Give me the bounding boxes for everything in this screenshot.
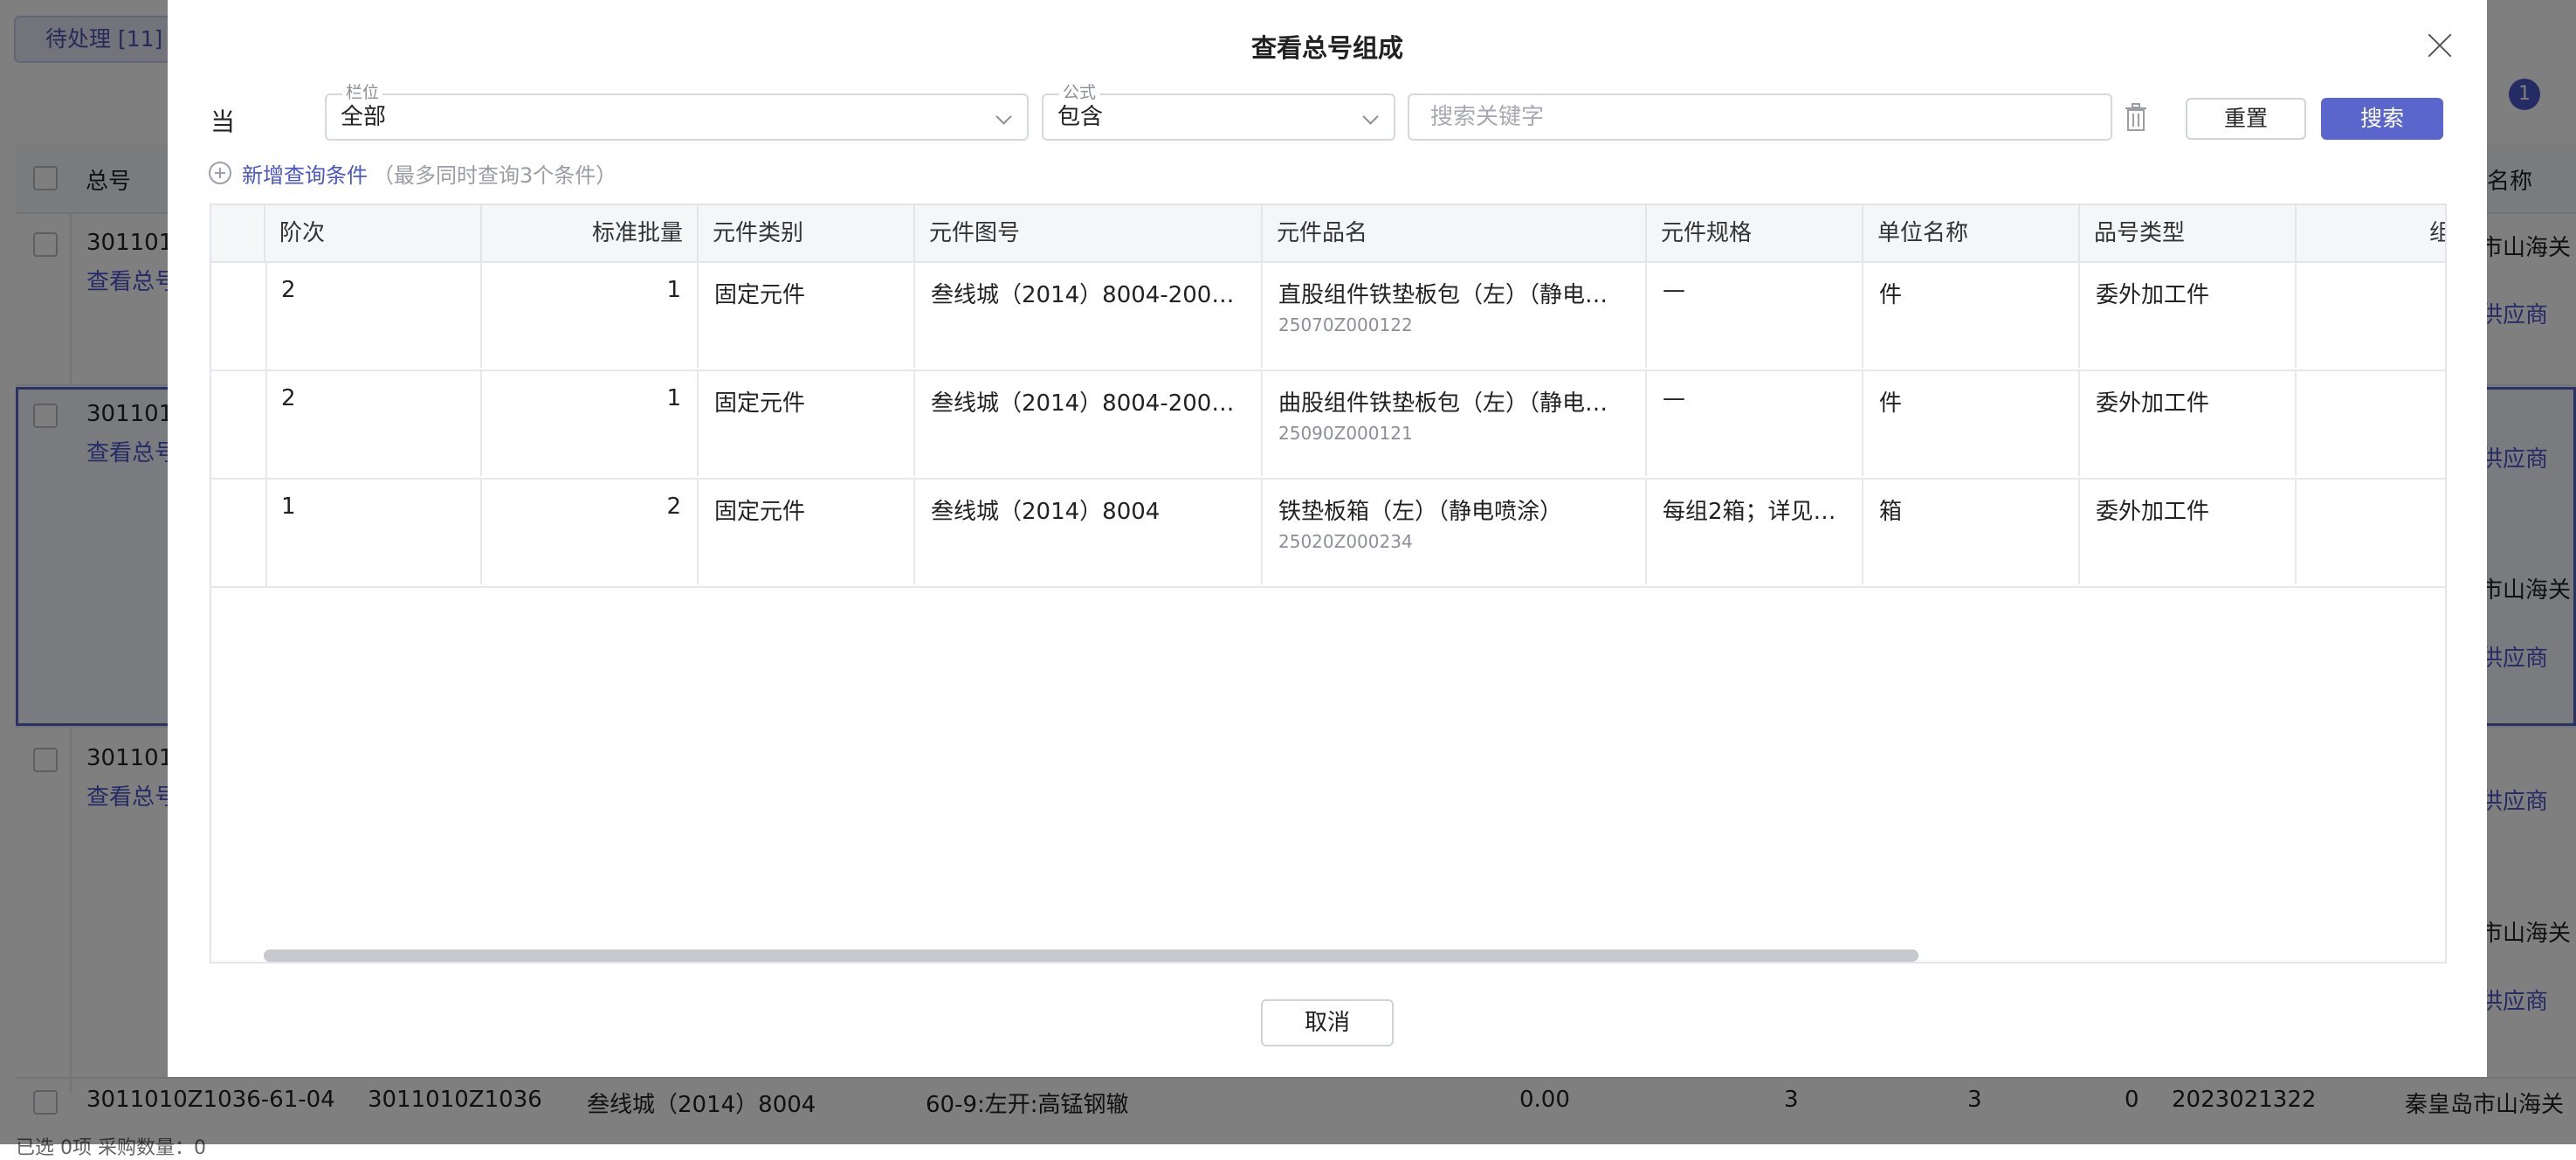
keyword-search-input[interactable] bbox=[1408, 93, 2112, 141]
cell-spec: — bbox=[1647, 261, 1863, 368]
table-header: 阶次 标准批量 元件类别 元件图号 元件品名 元件规格 单位名称 品号类型 组成 bbox=[211, 205, 2445, 263]
cell-name: 直股组件铁垫板包（左）（静电… 25070Z000122 bbox=[1263, 261, 1647, 368]
trash-icon[interactable] bbox=[2123, 102, 2149, 132]
cell-level: 2 bbox=[265, 369, 482, 476]
cell-std-batch: 1 bbox=[482, 369, 699, 476]
horizontal-scrollbar[interactable] bbox=[264, 949, 1918, 962]
cell-category: 固定元件 bbox=[699, 369, 915, 476]
add-condition-hint: （最多同时查询3个条件） bbox=[373, 162, 617, 188]
cell-unit: 件 bbox=[1863, 369, 2080, 476]
header-level: 阶次 bbox=[265, 205, 482, 261]
header-drawing-no: 元件图号 bbox=[915, 205, 1263, 261]
chevron-down-icon bbox=[1362, 108, 1379, 125]
cell-name-text: 铁垫板箱（左）（静电喷涂） bbox=[1278, 499, 1563, 525]
header-unit: 单位名称 bbox=[1863, 205, 2080, 261]
chevron-down-icon bbox=[995, 108, 1012, 125]
cell-name: 曲股组件铁垫板包（左）（静电… 25090Z000121 bbox=[1263, 369, 1647, 476]
table-row[interactable]: 1 2 固定元件 叁线城（2014）8004 铁垫板箱（左）（静电喷涂） 250… bbox=[211, 478, 2445, 588]
cell-composition bbox=[2297, 478, 2445, 584]
cancel-button[interactable]: 取消 bbox=[1261, 999, 1394, 1046]
cell-level: 1 bbox=[265, 478, 482, 584]
cell-category: 固定元件 bbox=[699, 261, 915, 368]
cell-drawing-no: 叁线城（2014）8004 bbox=[915, 478, 1263, 584]
column-select[interactable]: 栏位 全部 bbox=[325, 83, 1029, 141]
cell-type: 委外加工件 bbox=[2080, 478, 2297, 584]
cell-category: 固定元件 bbox=[699, 478, 915, 584]
cell-std-batch: 2 bbox=[482, 478, 699, 584]
condition-label: 当 bbox=[210, 107, 236, 136]
cell-code: 25090Z000121 bbox=[1278, 423, 1413, 444]
view-composition-dialog: 查看总号组成 当 栏位 全部 公式 包含 重置 搜索 新增查询条件 （最多同时查… bbox=[168, 0, 2487, 1077]
cell-spec: — bbox=[1647, 369, 1863, 476]
cell-drawing-no: 叁线城（2014）8004-200… bbox=[915, 261, 1263, 368]
cell-std-batch: 1 bbox=[482, 261, 699, 368]
add-condition[interactable]: 新增查询条件 （最多同时查询3个条件） bbox=[209, 157, 616, 189]
formula-select[interactable]: 公式 包含 bbox=[1042, 83, 1395, 141]
dialog-title: 查看总号组成 bbox=[1250, 33, 1403, 63]
cell-name-text: 直股组件铁垫板包（左）（静电… bbox=[1278, 282, 1608, 308]
header-std-batch: 标准批量 bbox=[482, 205, 699, 261]
cell-unit: 件 bbox=[1863, 261, 2080, 368]
header-name: 元件品名 bbox=[1263, 205, 1647, 261]
reset-button[interactable]: 重置 bbox=[2186, 98, 2306, 140]
header-category: 元件类别 bbox=[699, 205, 915, 261]
header-spec: 元件规格 bbox=[1647, 205, 1863, 261]
table-row[interactable]: 2 1 固定元件 叁线城（2014）8004-200… 直股组件铁垫板包（左）（… bbox=[211, 261, 2445, 371]
cell-drawing-no: 叁线城（2014）8004-200… bbox=[915, 369, 1263, 476]
cell-name: 铁垫板箱（左）（静电喷涂） 25020Z000234 bbox=[1263, 478, 1647, 584]
cell-code: 25070Z000122 bbox=[1278, 314, 1413, 335]
column-select-value: 全部 bbox=[341, 104, 387, 130]
add-condition-link[interactable]: 新增查询条件 bbox=[242, 158, 368, 189]
cell-spec: 每组2箱；详见… bbox=[1647, 478, 1863, 584]
header-type: 品号类型 bbox=[2080, 205, 2297, 261]
cell-level: 2 bbox=[265, 261, 482, 368]
table-row[interactable]: 2 1 固定元件 叁线城（2014）8004-200… 曲股组件铁垫板包（左）（… bbox=[211, 369, 2445, 480]
cell-unit: 箱 bbox=[1863, 478, 2080, 584]
header-composition: 组成 bbox=[2297, 205, 2445, 261]
header-blank bbox=[211, 205, 265, 261]
cell-type: 委外加工件 bbox=[2080, 369, 2297, 476]
plus-circle-icon bbox=[209, 162, 231, 184]
cell-composition bbox=[2297, 261, 2445, 368]
cell-name-text: 曲股组件铁垫板包（左）（静电… bbox=[1278, 390, 1608, 417]
cell-composition bbox=[2297, 369, 2445, 476]
search-button[interactable]: 搜索 bbox=[2321, 98, 2443, 140]
cell-code: 25020Z000234 bbox=[1278, 531, 1413, 552]
cell-type: 委外加工件 bbox=[2080, 261, 2297, 368]
formula-select-value: 包含 bbox=[1057, 104, 1104, 130]
composition-table: 阶次 标准批量 元件类别 元件图号 元件品名 元件规格 单位名称 品号类型 组成… bbox=[210, 204, 2447, 963]
close-icon[interactable] bbox=[2424, 30, 2455, 61]
